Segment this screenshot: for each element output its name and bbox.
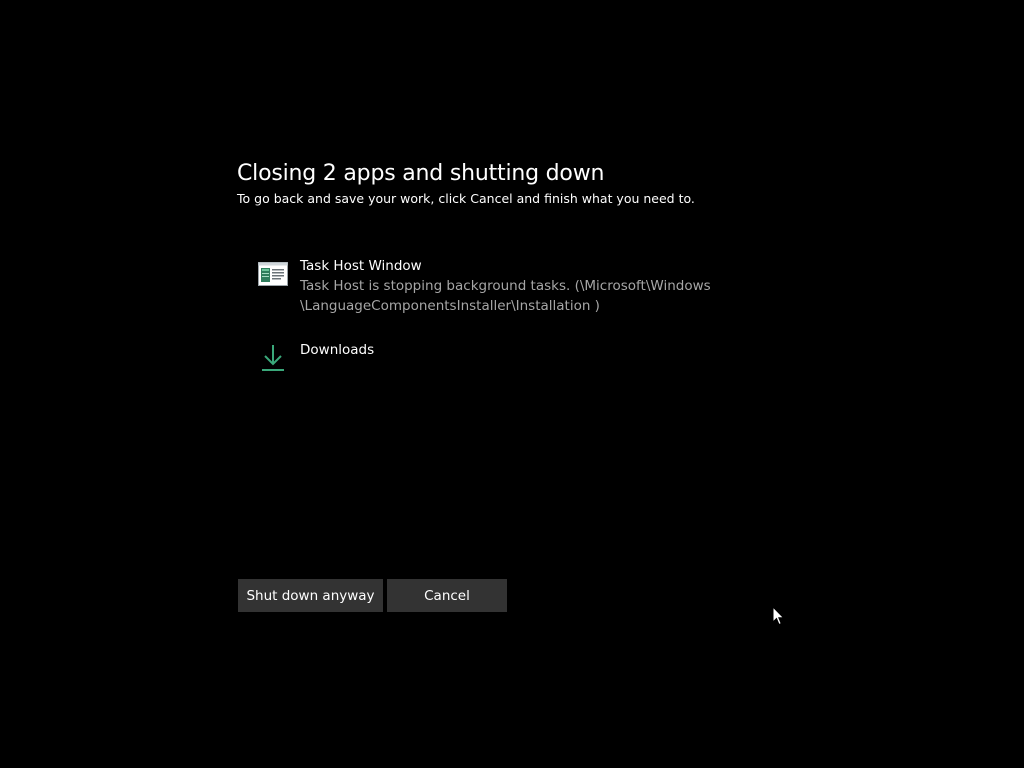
- shutdown-dialog-header: Closing 2 apps and shutting down To go b…: [237, 160, 797, 208]
- app-description-line2: \LanguageComponentsInstaller\Installatio…: [300, 298, 600, 314]
- task-host-text: Task Host Window Task Host is stopping b…: [300, 256, 711, 316]
- task-host-window-icon: [255, 256, 291, 292]
- cancel-button[interactable]: Cancel: [387, 579, 507, 612]
- shut-down-anyway-button[interactable]: Shut down anyway: [238, 579, 383, 612]
- app-description-line1: Task Host is stopping background tasks. …: [300, 278, 711, 294]
- list-item-downloads: Downloads: [237, 340, 797, 376]
- app-name: Downloads: [300, 342, 375, 358]
- app-name: Task Host Window: [300, 258, 422, 274]
- list-item-task-host: Task Host Window Task Host is stopping b…: [237, 256, 797, 316]
- dialog-buttons: Shut down anyway Cancel: [238, 579, 507, 612]
- download-arrow-icon: [255, 340, 291, 376]
- shutdown-screen: Closing 2 apps and shutting down To go b…: [0, 0, 1024, 768]
- dialog-subtitle: To go back and save your work, click Can…: [237, 191, 695, 206]
- dialog-title: Closing 2 apps and shutting down: [237, 161, 605, 186]
- mouse-cursor-icon: [772, 605, 786, 626]
- blocking-apps-list: Task Host Window Task Host is stopping b…: [237, 256, 797, 400]
- downloads-text: Downloads: [300, 340, 374, 360]
